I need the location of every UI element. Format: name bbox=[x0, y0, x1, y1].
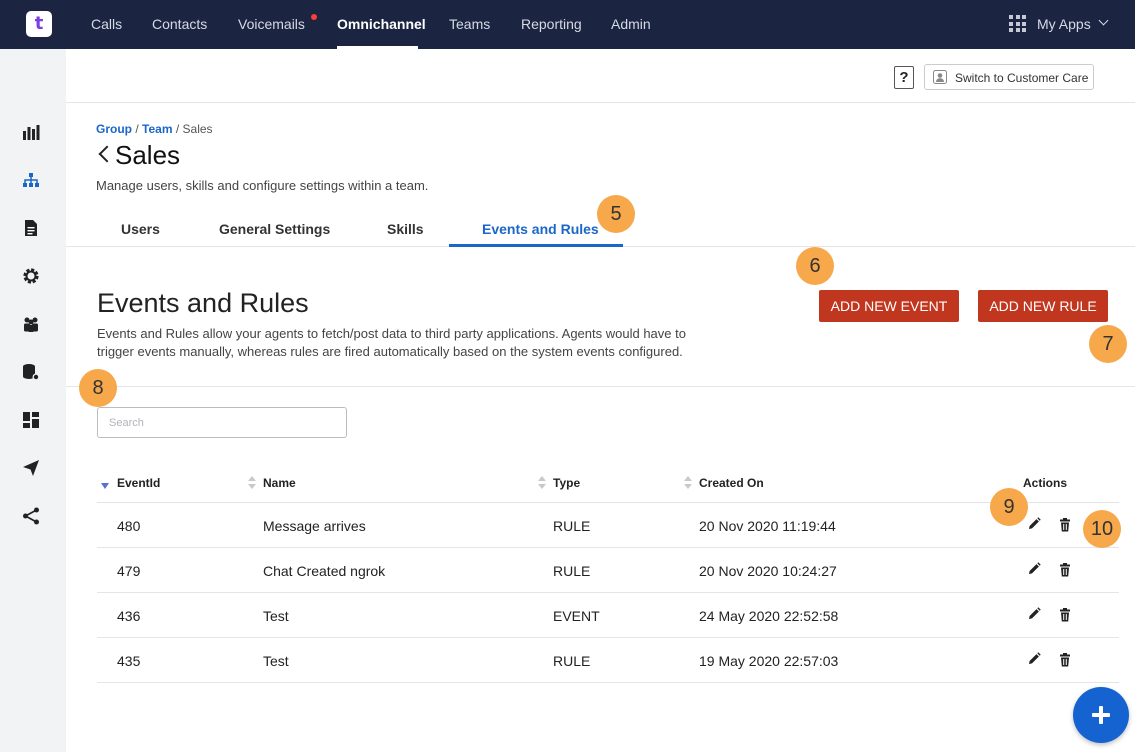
chevron-down-icon[interactable] bbox=[1098, 15, 1109, 26]
sidebar bbox=[0, 49, 66, 752]
row-divider bbox=[97, 547, 1119, 548]
cell-created-on: 19 May 2020 22:57:03 bbox=[699, 653, 839, 669]
section-description: Events and Rules allow your agents to fe… bbox=[97, 326, 686, 359]
active-tab-indicator bbox=[449, 244, 623, 247]
apps-grid-icon[interactable] bbox=[1009, 15, 1026, 32]
page-description: Manage users, skills and configure setti… bbox=[96, 178, 429, 193]
column-header-actions: Actions bbox=[1023, 476, 1068, 490]
team-icon[interactable] bbox=[22, 315, 40, 333]
nav-item-reporting[interactable]: Reporting bbox=[521, 16, 582, 32]
page-title: Sales bbox=[115, 140, 181, 170]
cell-name: Message arrives bbox=[263, 518, 366, 534]
cell-type: RULE bbox=[553, 518, 591, 534]
nav-item-voicemails[interactable]: Voicemails bbox=[238, 16, 305, 32]
nav-item-omnichannel[interactable]: Omnichannel bbox=[337, 16, 426, 32]
send-icon[interactable] bbox=[22, 459, 40, 477]
breadcrumb-current: Sales bbox=[182, 122, 213, 136]
column-header-type[interactable]: Type bbox=[553, 476, 580, 490]
add-new-rule-button[interactable]: ADD NEW RULE bbox=[978, 290, 1108, 322]
delete-icon[interactable] bbox=[1058, 518, 1072, 532]
column-header-name[interactable]: Name bbox=[263, 476, 296, 490]
edit-icon[interactable] bbox=[1027, 652, 1041, 666]
share-icon[interactable] bbox=[22, 507, 40, 525]
dashboard-icon[interactable] bbox=[22, 411, 40, 429]
switch-button-label: Switch to Customer Care bbox=[955, 71, 1089, 85]
agent-icon bbox=[933, 70, 947, 84]
sort-icon[interactable] bbox=[684, 476, 692, 490]
tab-skills[interactable]: Skills bbox=[387, 221, 424, 237]
database-settings-icon[interactable] bbox=[22, 363, 40, 381]
switch-to-customer-care-button[interactable]: Switch to Customer Care bbox=[924, 64, 1094, 90]
column-header-eventid[interactable]: EventId bbox=[117, 476, 160, 490]
bar-chart-icon[interactable] bbox=[22, 123, 40, 141]
delete-icon[interactable] bbox=[1058, 608, 1072, 622]
tab-users[interactable]: Users bbox=[121, 221, 160, 237]
cell-type: RULE bbox=[553, 563, 591, 579]
edit-icon[interactable] bbox=[1027, 607, 1041, 621]
table-header-divider bbox=[97, 502, 1119, 503]
cell-name: Test bbox=[263, 653, 289, 669]
cell-eventid: 435 bbox=[117, 653, 141, 669]
nav-item-admin[interactable]: Admin bbox=[611, 16, 651, 32]
breadcrumb: Group / Team / Sales bbox=[96, 122, 213, 136]
edit-icon[interactable] bbox=[1027, 517, 1041, 531]
app-logo[interactable]: t bbox=[26, 11, 52, 37]
cell-type: RULE bbox=[553, 653, 591, 669]
cell-created-on: 24 May 2020 22:52:58 bbox=[699, 608, 839, 624]
delete-icon[interactable] bbox=[1058, 563, 1072, 577]
callout-badge: 6 bbox=[796, 247, 834, 285]
breadcrumb-group[interactable]: Group bbox=[96, 122, 132, 136]
section-divider bbox=[66, 386, 1135, 387]
sort-icon[interactable] bbox=[538, 476, 546, 490]
gear-icon[interactable] bbox=[22, 267, 40, 285]
logo-letter: t bbox=[34, 13, 44, 34]
top-navbar: t Calls Contacts Voicemails Omnichannel … bbox=[0, 0, 1135, 49]
search-input[interactable] bbox=[97, 407, 347, 438]
cell-name: Chat Created ngrok bbox=[263, 563, 386, 579]
column-header-created-on[interactable]: Created On bbox=[699, 476, 764, 490]
tab-general-settings[interactable]: General Settings bbox=[219, 221, 330, 237]
callout-badge: 5 bbox=[597, 195, 635, 233]
nav-item-teams[interactable]: Teams bbox=[449, 16, 490, 32]
callout-badge: 10 bbox=[1083, 510, 1121, 548]
sort-icon[interactable] bbox=[248, 476, 256, 490]
cell-eventid: 436 bbox=[117, 608, 141, 624]
cell-type: EVENT bbox=[553, 608, 600, 624]
callout-badge: 8 bbox=[79, 369, 117, 407]
tab-events-and-rules[interactable]: Events and Rules bbox=[482, 221, 599, 237]
cell-eventid: 479 bbox=[117, 563, 141, 579]
edit-icon[interactable] bbox=[1027, 562, 1041, 576]
nav-item-calls[interactable]: Calls bbox=[91, 16, 122, 32]
cell-name: Test bbox=[263, 608, 289, 624]
back-chevron-icon[interactable] bbox=[98, 145, 116, 163]
breadcrumb-team[interactable]: Team bbox=[142, 122, 172, 136]
row-divider bbox=[97, 592, 1119, 593]
document-icon[interactable] bbox=[22, 219, 40, 237]
voicemail-notification-dot bbox=[311, 14, 317, 20]
callout-badge: 7 bbox=[1089, 325, 1127, 363]
row-divider bbox=[97, 637, 1119, 638]
callout-badge: 9 bbox=[990, 488, 1028, 526]
nav-item-contacts[interactable]: Contacts bbox=[152, 16, 207, 32]
breadcrumb-separator: / bbox=[175, 122, 180, 136]
my-apps-menu[interactable]: My Apps bbox=[1037, 16, 1091, 32]
cell-eventid: 480 bbox=[117, 518, 141, 534]
section-title: Events and Rules bbox=[97, 288, 309, 318]
help-button[interactable]: ? bbox=[894, 66, 914, 89]
delete-icon[interactable] bbox=[1058, 653, 1072, 667]
cell-created-on: 20 Nov 2020 11:19:44 bbox=[699, 518, 836, 534]
add-new-event-button[interactable]: ADD NEW EVENT bbox=[819, 290, 959, 322]
add-fab-button[interactable] bbox=[1073, 687, 1129, 743]
org-chart-icon[interactable] bbox=[22, 171, 40, 189]
row-divider bbox=[97, 682, 1119, 683]
breadcrumb-separator: / bbox=[135, 122, 139, 136]
sort-desc-icon[interactable] bbox=[101, 483, 109, 489]
cell-created-on: 20 Nov 2020 10:24:27 bbox=[699, 563, 837, 579]
